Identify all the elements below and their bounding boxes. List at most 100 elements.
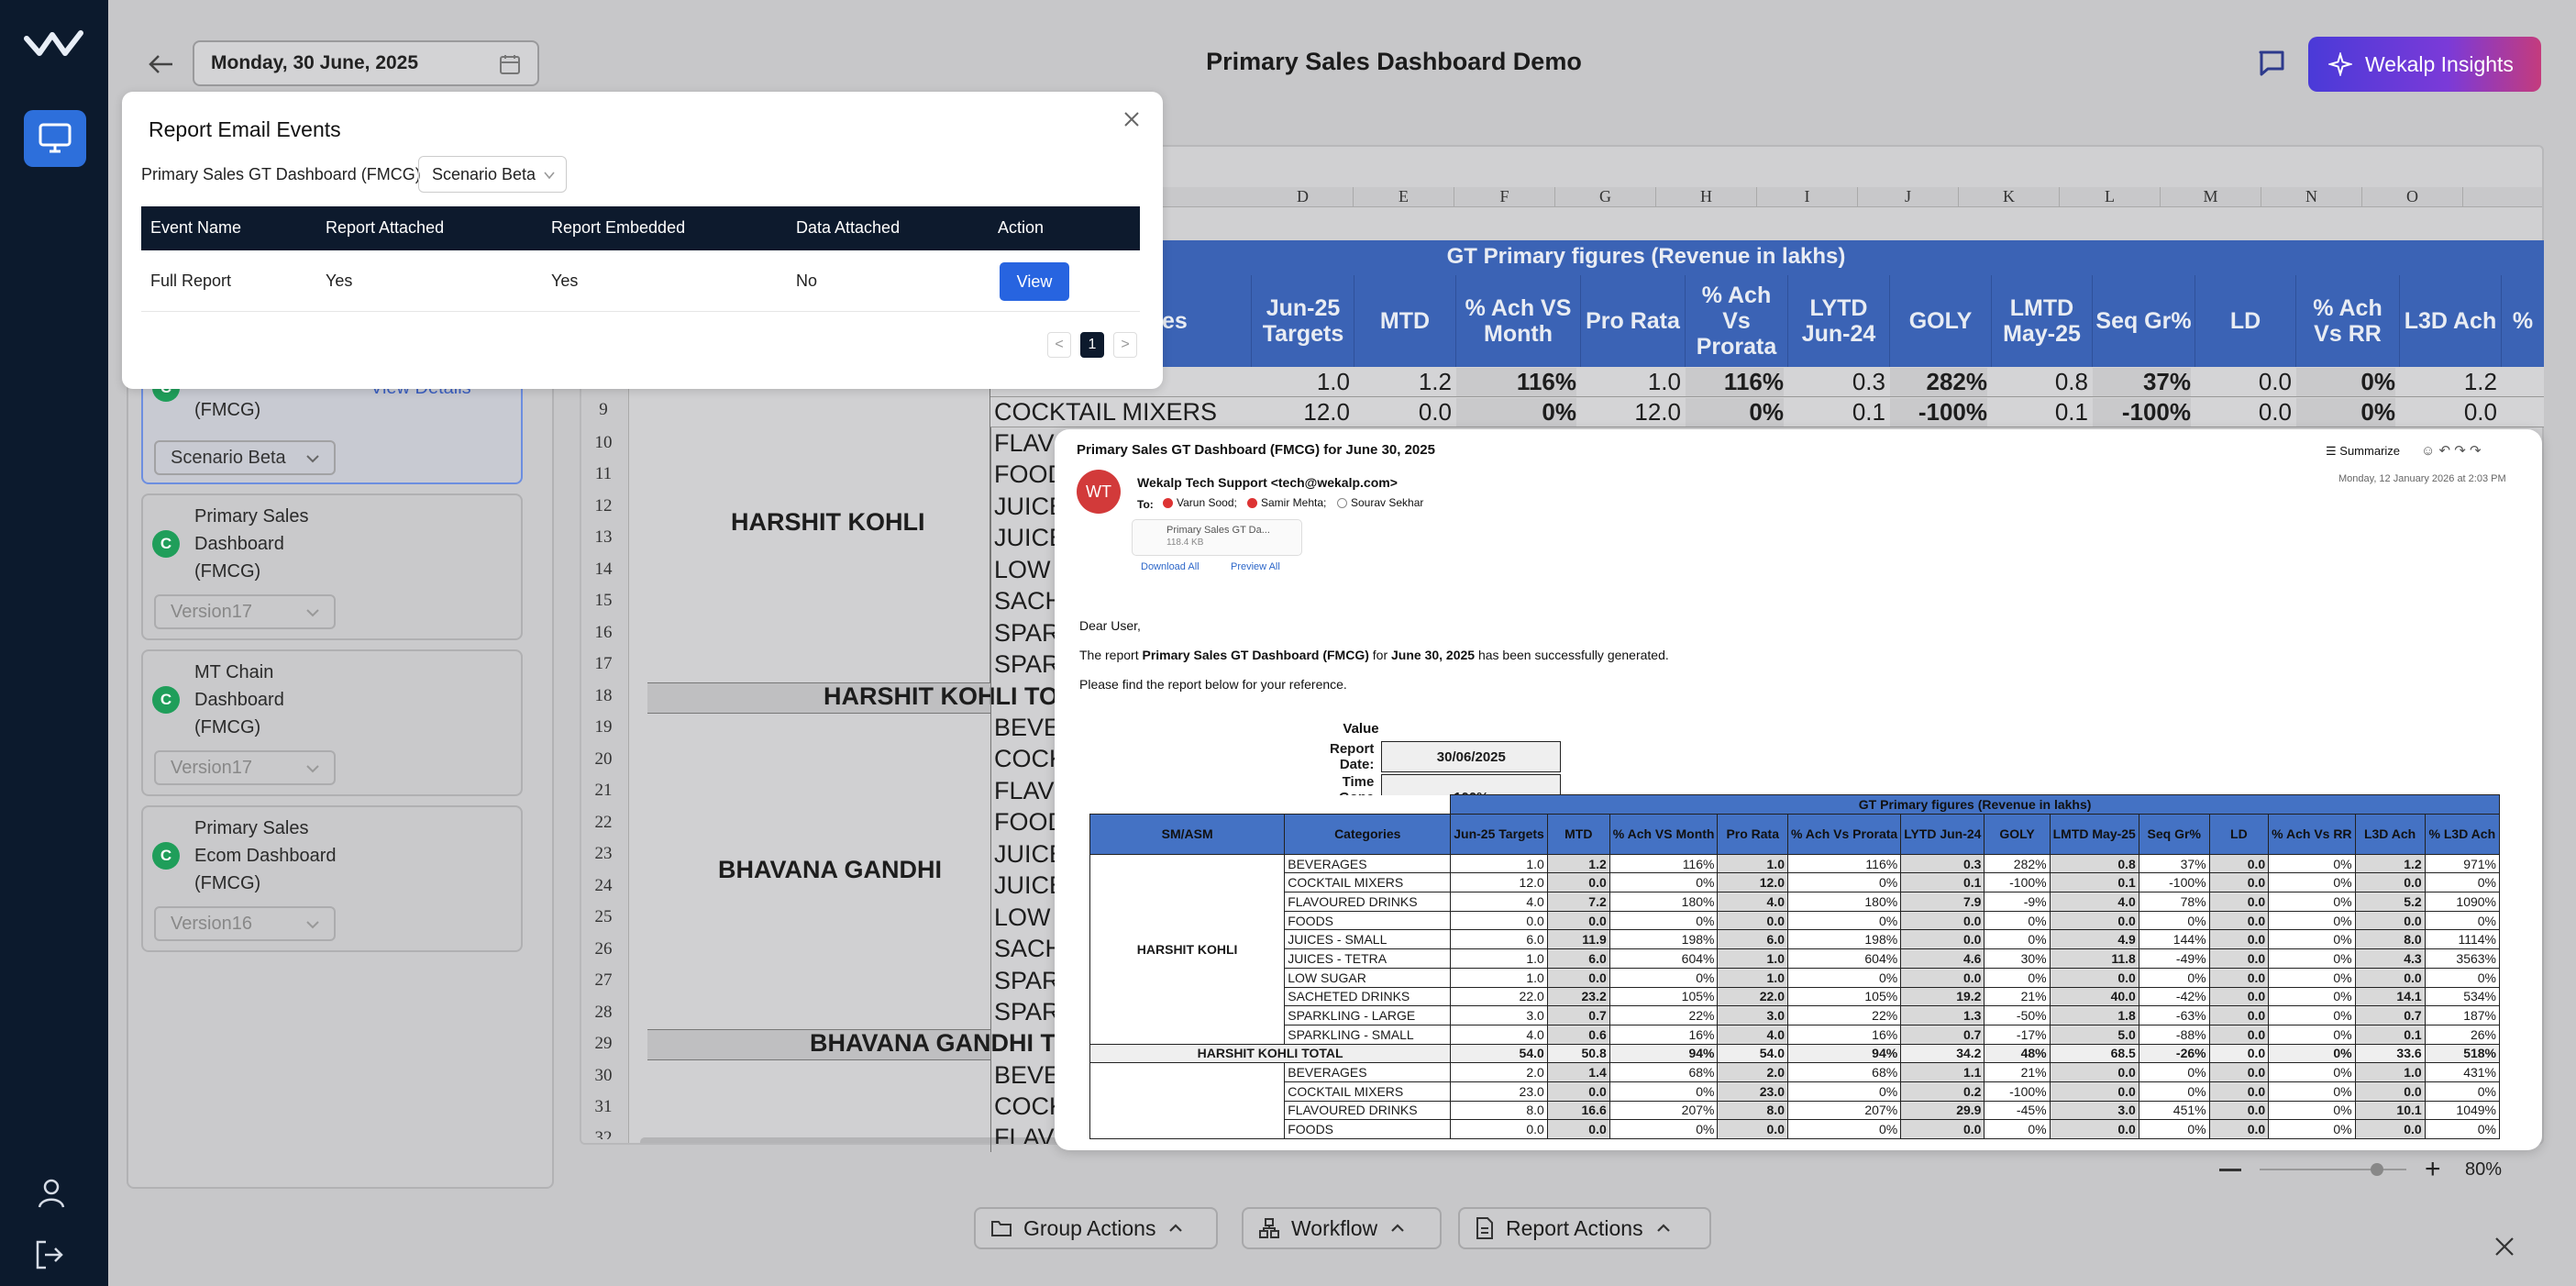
row-number: 26 — [594, 939, 613, 959]
table-cell: 0.0 — [2208, 1005, 2270, 1025]
close-panel-icon[interactable] — [2493, 1235, 2516, 1258]
event-name-cell: Full Report — [150, 272, 232, 290]
zoom-in-button[interactable]: + — [2425, 1156, 2441, 1183]
table-cell: 0.0 — [2049, 1081, 2139, 1102]
table-cell: 1.4 — [1546, 1062, 1610, 1082]
preview-all-link[interactable]: Preview All — [1231, 561, 1280, 572]
table-cell: 8.0 — [1717, 1100, 1788, 1121]
column-header: SM/ASM — [1089, 813, 1286, 855]
table-cell: 105% — [1609, 986, 1719, 1007]
table-cell: 6.0 — [1546, 948, 1610, 969]
email-action-icons[interactable]: ☺ ↶ ↷ ↷ — [2421, 442, 2482, 459]
version-select[interactable]: Scenario Beta — [154, 440, 336, 475]
workflow-button[interactable]: Workflow — [1242, 1207, 1442, 1249]
table-cell: 0.0 — [2208, 853, 2270, 874]
summarize-label: Summarize — [2339, 444, 2401, 458]
sheet-cell: 116% — [1456, 368, 1576, 396]
column-header: J — [1858, 187, 1959, 207]
report-actions-label: Report Actions — [1506, 1215, 1643, 1240]
table-cell: 3.0 — [1450, 1005, 1548, 1025]
zoom-slider-thumb[interactable] — [2371, 1163, 2383, 1176]
zoom-out-button[interactable] — [2219, 1169, 2241, 1171]
sheet-category-cell: SPAR — [994, 650, 1060, 678]
table-cell: 54.0 — [1450, 1043, 1548, 1064]
wekalp-logo[interactable] — [24, 26, 84, 62]
table-cell: 0.1 — [1900, 872, 1985, 893]
table-cell: 23.0 — [1450, 1081, 1548, 1102]
table-cell: 0% — [2268, 1100, 2356, 1121]
sheet-cell: 12.0 — [1634, 398, 1681, 426]
wekalp-insights-button[interactable]: Wekalp Insights — [2308, 37, 2541, 92]
table-cell: 604% — [1786, 948, 1902, 969]
table-cell: 0.0 — [1900, 910, 1985, 931]
column-header: % Ach Vs RR — [2268, 813, 2356, 855]
zoom-slider-track[interactable] — [2260, 1169, 2406, 1170]
report-actions-button[interactable]: Report Actions — [1458, 1207, 1711, 1249]
version-select[interactable]: Version16 — [154, 906, 336, 941]
report-embedded-cell: Yes — [551, 272, 579, 290]
dashboard-card[interactable]: C Primary Sales Ecom Dashboard (FMCG) Ve… — [141, 805, 523, 952]
chevron-down-icon — [306, 609, 319, 617]
table-cell: 0.8 — [2049, 853, 2139, 874]
prev-page-button[interactable]: < — [1047, 332, 1071, 358]
download-all-link[interactable]: Download All — [1141, 561, 1200, 572]
table-cell: 2.0 — [1450, 1062, 1548, 1082]
table-cell: BEVERAGES — [1284, 853, 1452, 874]
summarize-button[interactable]: ☰ Summarize — [2326, 444, 2400, 459]
table-cell: 3563% — [2424, 948, 2501, 969]
table-cell: 40.0 — [2049, 986, 2139, 1007]
attachment-size: 118.4 KB — [1166, 538, 1204, 548]
dashboard-card[interactable]: C Primary Sales Dashboard (FMCG) Version… — [141, 493, 523, 640]
table-cell: 0.1 — [2049, 872, 2139, 893]
table-cell: -42% — [2138, 986, 2210, 1007]
group-actions-button[interactable]: Group Actions — [974, 1207, 1218, 1249]
table-cell: 0% — [2138, 967, 2210, 988]
card-name-line: (FMCG) — [194, 561, 261, 582]
table-cell: 30% — [1984, 948, 2051, 969]
column-header: Report Embedded — [551, 218, 686, 237]
row-number: 32 — [594, 1128, 613, 1139]
email-from: Wekalp Tech Support <tech@wekalp.com> — [1137, 475, 1398, 490]
table-cell: 23.2 — [1546, 986, 1610, 1007]
version-value: Version17 — [171, 757, 252, 778]
date-value: Monday, 30 June, 2025 — [211, 52, 419, 73]
sheet-category-cell: BEVE — [994, 714, 1061, 741]
table-cell: 4.0 — [1450, 892, 1548, 912]
table-cell: 4.9 — [2049, 929, 2139, 950]
chat-icon[interactable] — [2256, 48, 2287, 79]
table-cell: 0.0 — [2049, 967, 2139, 988]
email-body-line: Please find the report below for your re… — [1079, 677, 1347, 692]
sheet-sm-name: HARSHIT KOHLI — [731, 508, 925, 536]
table-cell: 0.0 — [1546, 910, 1610, 931]
scenario-select[interactable]: Scenario Beta — [418, 156, 567, 193]
date-picker[interactable]: Monday, 30 June, 2025 — [193, 40, 539, 86]
recipient-name: Sourav Sekhar — [1351, 496, 1424, 509]
table-cell: -17% — [1984, 1024, 2051, 1045]
table-cell: 0% — [2268, 1119, 2356, 1139]
back-arrow-icon[interactable] — [145, 48, 178, 81]
view-button[interactable]: View — [1000, 262, 1069, 301]
report-attached-cell: Yes — [326, 272, 353, 290]
next-page-button[interactable]: > — [1113, 332, 1137, 358]
modal-subtitle: Primary Sales GT Dashboard (FMCG) — [141, 165, 421, 183]
version-select[interactable]: Version17 — [154, 750, 336, 785]
column-header: N — [2261, 187, 2362, 207]
row-number: 9 — [599, 400, 608, 419]
table-cell: -63% — [2138, 1005, 2210, 1025]
page-number-button[interactable]: 1 — [1080, 332, 1104, 358]
version-select[interactable]: Version17 — [154, 594, 336, 629]
close-icon[interactable] — [1121, 108, 1143, 130]
nav-dashboards[interactable] — [24, 110, 86, 167]
table-cell: 0% — [2268, 910, 2356, 931]
dashboard-card[interactable]: C MT Chain Dashboard (FMCG) Version17 — [141, 649, 523, 796]
table-cell: 5.2 — [2354, 892, 2426, 912]
sheet-cell: 1.0 — [1647, 368, 1681, 395]
column-header: Jun-25 Targets — [1450, 813, 1548, 855]
table-cell: 23.0 — [1717, 1081, 1788, 1102]
table-cell: -50% — [1984, 1005, 2051, 1025]
table-cell: 0.0 — [2049, 910, 2139, 931]
logout-icon[interactable] — [33, 1238, 66, 1271]
table-row: SPARKLING - LARGE 3.0 0.7 22% 3.0 22% 1.3 -50% 1… — [1090, 1005, 2501, 1025]
body-text: The report — [1079, 648, 1143, 662]
user-icon[interactable] — [35, 1177, 68, 1210]
